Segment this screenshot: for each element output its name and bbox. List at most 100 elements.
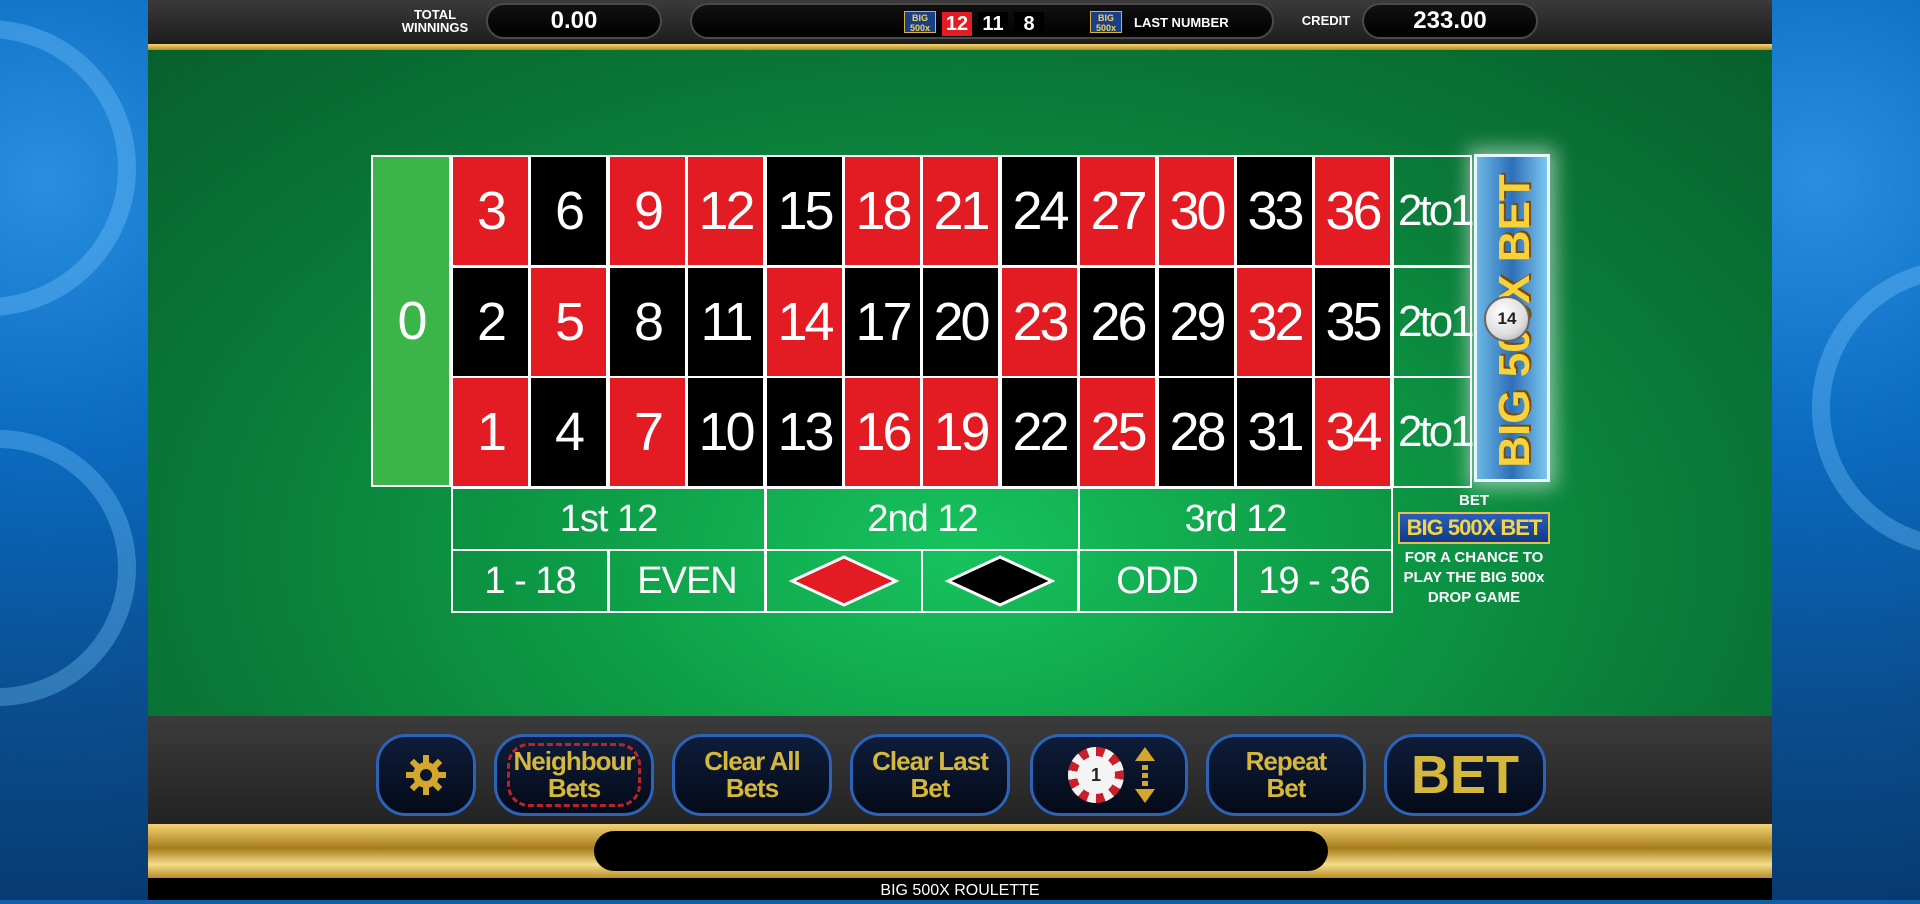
bet-number-8[interactable]: 8 [608,266,687,378]
bet-number-6[interactable]: 6 [529,155,608,267]
chip-selector-button[interactable]: 1 [1030,734,1188,816]
clear-last-bet-button[interactable]: Clear Last Bet [850,734,1010,816]
bet-number-32[interactable]: 32 [1235,266,1314,378]
bet-low-1-18[interactable]: 1 - 18 [451,549,609,613]
chip-arrows-icon[interactable] [1134,747,1156,803]
promo-description: FOR A CHANCE TO PLAY THE BIG 500x DROP G… [1396,548,1552,608]
message-bar [594,831,1328,871]
clear-last-bet-label: Clear Last Bet [872,748,989,803]
bet-high-19-36[interactable]: 19 - 36 [1235,549,1393,613]
promo-big500x-badge[interactable]: BIG 500X BET [1398,512,1550,544]
bet-number-26[interactable]: 26 [1078,266,1157,378]
total-winnings-label-line2: WINNINGS [401,20,469,35]
bet-column-3[interactable]: 2to1 [1392,376,1475,488]
top-bar: TOTAL WINNINGS 0.00 BIG 500x 12 11 8 BIG… [148,0,1772,44]
settings-button[interactable] [376,734,476,816]
bet-number-24[interactable]: 24 [1000,155,1079,267]
repeat-line1: Repeat [1245,746,1328,776]
repeat-bet-button[interactable]: Repeat Bet [1206,734,1366,816]
history-number: 11 [978,12,1008,36]
black-diamond-icon [945,555,1055,607]
bet-black[interactable] [921,549,1079,613]
bet-number-1[interactable]: 1 [451,376,530,488]
game-frame: TOTAL WINNINGS 0.00 BIG 500x 12 11 8 BIG… [148,0,1772,900]
clear-all-bets-button[interactable]: Clear All Bets [672,734,832,816]
bet-number-17[interactable]: 17 [843,266,922,378]
bet-number-27[interactable]: 27 [1078,155,1157,267]
chip-decoration [0,20,136,316]
left-background [0,0,148,900]
bet-number-10[interactable]: 10 [686,376,765,488]
chip-decoration [0,430,136,706]
chip-decoration [1812,260,1920,556]
big500x-badge-icon: BIG 500x [904,11,936,33]
bet-number-9[interactable]: 9 [608,155,687,267]
bet-number-25[interactable]: 25 [1078,376,1157,488]
bet-number-19[interactable]: 19 [921,376,1000,488]
bet-number-7[interactable]: 7 [608,376,687,488]
bet-number-5[interactable]: 5 [529,266,608,378]
bet-number-20[interactable]: 20 [921,266,1000,378]
bet-number-13[interactable]: 13 [765,376,844,488]
credit-label: CREDIT [1301,13,1351,28]
bet-number-15[interactable]: 15 [765,155,844,267]
bet-number-30[interactable]: 30 [1157,155,1236,267]
history-bar: BIG 500x 12 11 8 BIG 500x LAST NUMBER [690,3,1274,39]
bet-number-14[interactable]: 14 [765,266,844,378]
chip-selector: 1 [1054,745,1164,805]
bet-odd[interactable]: ODD [1078,549,1236,613]
repeat-line2: Bet [1266,773,1307,803]
last-number-label: LAST NUMBER [1134,15,1229,30]
big500x-ball: 14 [1484,296,1530,342]
clear-all-line1: Clear All [704,746,801,776]
neighbour-label-line2: Bets [547,773,601,803]
bet-number-16[interactable]: 16 [843,376,922,488]
badge-line1: BIG [911,13,928,23]
bet-dozen-1[interactable]: 1st 12 [451,487,766,551]
bet-number-31[interactable]: 31 [1235,376,1314,488]
bet-number-3[interactable]: 3 [451,155,530,267]
bet-dozen-3[interactable]: 3rd 12 [1078,487,1393,551]
badge-line2: 500x [1095,23,1117,33]
bet-number-28[interactable]: 28 [1157,376,1236,488]
bet-number-11[interactable]: 11 [686,266,765,378]
gear-icon [406,755,446,795]
badge-line1: BIG [1097,13,1114,23]
bet-number-33[interactable]: 33 [1235,155,1314,267]
total-winnings-label: TOTAL WINNINGS [380,8,490,34]
promo-line1: FOR A CHANCE TO [1404,549,1544,566]
history-number: 8 [1014,12,1044,36]
red-diamond-icon [789,555,899,607]
bet-column-1[interactable]: 2to1 [1392,155,1475,267]
bet-even[interactable]: EVEN [608,549,766,613]
bet-number-23[interactable]: 23 [1000,266,1079,378]
bet-number-35[interactable]: 35 [1313,266,1392,378]
promo-line3: DROP GAME [1427,589,1521,606]
promo-line2: PLAY THE BIG 500x [1403,569,1545,586]
history-number: 12 [942,12,972,36]
clear-all-bets-label: Clear All Bets [704,746,801,802]
bet-number-12[interactable]: 12 [686,155,765,267]
game-title: BIG 500X ROULETTE [148,878,1772,900]
chip-value: 1 [1077,756,1115,794]
repeat-bet-label: Repeat Bet [1245,746,1328,803]
clear-last-line2: Bet [910,773,951,803]
bet-column-2[interactable]: 2to1 [1392,266,1475,378]
bet-dozen-2[interactable]: 2nd 12 [765,487,1080,551]
bet-zero[interactable]: 0 [371,155,451,487]
neighbour-bets-button[interactable]: Neighbour Bets [494,734,654,816]
bet-number-22[interactable]: 22 [1000,376,1079,488]
bet-number-4[interactable]: 4 [529,376,608,488]
bet-button[interactable]: BET [1384,734,1546,816]
bet-number-36[interactable]: 36 [1313,155,1392,267]
bet-number-18[interactable]: 18 [843,155,922,267]
bet-number-29[interactable]: 29 [1157,266,1236,378]
neighbour-bets-label: Neighbour Bets [513,746,636,803]
bet-number-2[interactable]: 2 [451,266,530,378]
neighbour-label-line1: Neighbour [513,746,636,776]
bet-red[interactable] [765,549,923,613]
bet-number-21[interactable]: 21 [921,155,1000,267]
chip-icon: 1 [1068,747,1124,803]
promo-bet-label: BET [1459,492,1489,509]
bet-number-34[interactable]: 34 [1313,376,1392,488]
